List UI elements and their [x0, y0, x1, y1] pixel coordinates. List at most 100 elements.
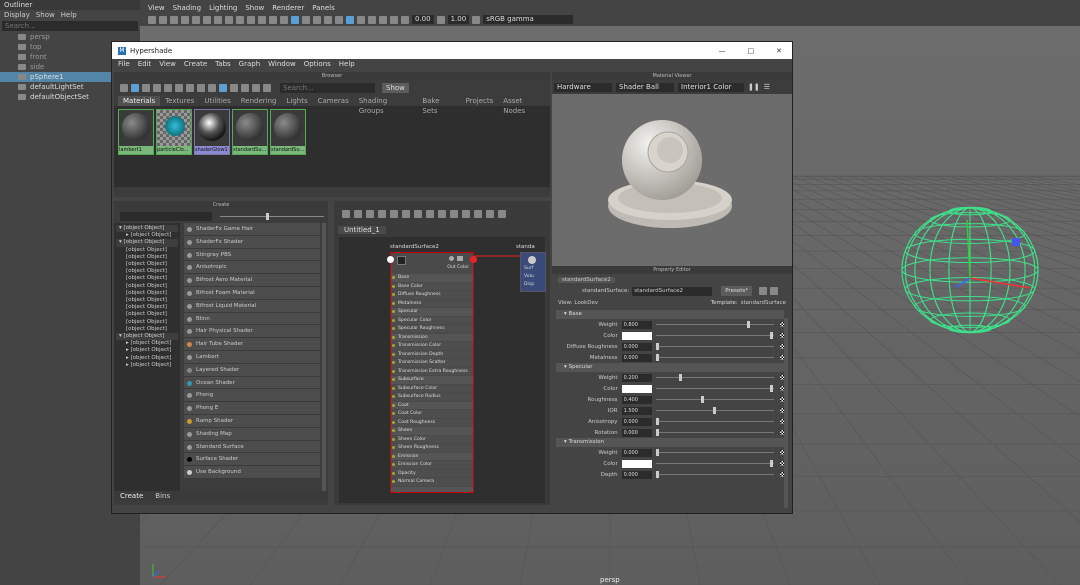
search-input[interactable]: Search... [5, 22, 36, 30]
create-list-item[interactable]: Bifrost Aero Material [184, 274, 320, 287]
value-field[interactable]: 0.200 [621, 373, 652, 382]
value-field[interactable]: 0.400 [621, 395, 652, 404]
viewport-menu-shading[interactable]: Shading [173, 3, 201, 13]
sort-by-time-icon[interactable] [175, 84, 183, 92]
slider-handle[interactable] [655, 343, 659, 350]
viewport-menu-lighting[interactable]: Lighting [209, 3, 237, 13]
node-attribute[interactable]: Transmission Scatter [391, 359, 473, 368]
create-tree-item[interactable]: [object Object] [116, 290, 178, 297]
slider-handle[interactable] [712, 407, 716, 414]
bottom-tab-bins[interactable]: Bins [155, 491, 170, 501]
create-tree-item[interactable]: [object Object] [116, 254, 178, 261]
image-plane-icon[interactable] [181, 15, 189, 24]
value-field[interactable]: 0.000 [621, 428, 652, 437]
grid-icon[interactable] [192, 15, 200, 24]
show-button[interactable]: Show [382, 83, 409, 93]
slider-handle[interactable] [769, 332, 773, 339]
exposure-icon[interactable] [401, 15, 409, 24]
create-tree-item[interactable]: [object Object] [116, 311, 178, 318]
color-space-select[interactable]: sRGB gamma [483, 15, 574, 24]
display-icon[interactable] [263, 84, 271, 92]
create-tree-item[interactable]: ▸ [object Object] [116, 355, 178, 362]
node-attribute[interactable]: Transmission [391, 333, 473, 342]
icon-huge-icon[interactable] [230, 84, 238, 92]
value-slider[interactable] [655, 429, 774, 436]
node-attribute[interactable]: Base Color [391, 282, 473, 291]
sort-by-type-icon[interactable] [164, 84, 172, 92]
browser-tab-lights[interactable]: Lights [281, 96, 312, 106]
value-slider[interactable] [655, 471, 774, 478]
create-list-item[interactable]: ShaderFx Shader [184, 235, 320, 249]
menu-file[interactable]: File [118, 59, 130, 70]
lights-icon[interactable] [313, 15, 321, 24]
browser-tab-rendering[interactable]: Rendering [236, 96, 282, 106]
maximize-icon[interactable]: □ [748, 47, 755, 55]
copy-tab-icon[interactable] [758, 287, 767, 295]
menu-create[interactable]: Create [184, 59, 207, 70]
value-slider[interactable] [655, 354, 774, 361]
value-field[interactable]: 0.000 [621, 353, 652, 362]
node-settings-icon[interactable] [449, 256, 454, 261]
node-attribute[interactable]: Transmission Depth [391, 350, 473, 359]
slider-handle[interactable] [655, 354, 659, 361]
value-slider[interactable] [655, 418, 774, 425]
create-tree-item[interactable]: [object Object] [116, 304, 178, 311]
exposure-field[interactable]: 0.00 [412, 15, 434, 24]
sg-port[interactable]: Surf [524, 265, 534, 273]
node-menu-icon[interactable] [457, 256, 463, 261]
value-field[interactable]: 0.800 [621, 320, 652, 329]
geometry-select[interactable]: Shader Ball [616, 82, 674, 92]
material-swatch[interactable]: particleClo... [156, 109, 192, 155]
create-tree-item[interactable]: ▾ [object Object] [116, 333, 178, 341]
material-preview[interactable] [552, 94, 792, 294]
clear-graph-icon[interactable] [402, 210, 410, 218]
value-field[interactable]: 0.000 [621, 417, 652, 426]
presets-button[interactable]: Presets* [721, 286, 752, 296]
field-chart-icon[interactable] [236, 15, 244, 24]
menu-help[interactable]: Help [339, 59, 355, 70]
sphere-wireframe[interactable] [895, 200, 1075, 350]
renderer-select[interactable]: Hardware [554, 82, 612, 92]
graph-materials-icon[interactable] [120, 84, 128, 92]
create-list-item[interactable]: Ocean Shader [184, 376, 320, 390]
camera-attributes-icon[interactable] [159, 15, 167, 24]
create-tree-item[interactable]: ▸ [object Object] [116, 340, 178, 347]
plane-handle[interactable] [1012, 238, 1020, 246]
resolution-gate-icon[interactable] [214, 15, 222, 24]
remove-selected-icon[interactable] [426, 210, 434, 218]
value-slider[interactable] [655, 396, 774, 403]
in-port[interactable] [387, 256, 394, 263]
safe-title-icon[interactable] [258, 15, 266, 24]
focus-icon[interactable] [769, 287, 778, 295]
pause-icon[interactable]: ❚❚ [748, 83, 760, 91]
wireframe-on-shaded-icon[interactable] [291, 15, 299, 24]
frame-selection-icon[interactable] [354, 210, 362, 218]
slider-handle[interactable] [747, 321, 751, 328]
custom-mode-icon[interactable] [486, 210, 494, 218]
material-swatch[interactable]: lambert1 [118, 109, 154, 155]
slider-handle[interactable] [769, 460, 773, 467]
slider-handle[interactable] [701, 396, 705, 403]
textured-icon[interactable] [302, 15, 310, 24]
isolate-select-icon[interactable] [357, 15, 365, 24]
outliner-menu-display[interactable]: Display [4, 10, 30, 20]
as-list-icon[interactable] [142, 84, 150, 92]
menu-graph[interactable]: Graph [239, 59, 260, 70]
viewport-menu-panels[interactable]: Panels [312, 3, 335, 13]
node-attribute[interactable]: Emission Color [391, 461, 473, 470]
color-swatch[interactable] [621, 384, 652, 393]
node-attribute[interactable]: Subsurface [391, 376, 473, 385]
create-tree-item[interactable]: [object Object] [116, 283, 178, 290]
create-tree-item[interactable]: ▸ [object Object] [116, 362, 178, 369]
browser-tab-shading-groups[interactable]: Shading Groups [354, 96, 418, 115]
viewer-menu-icon[interactable]: ☰ [764, 83, 770, 91]
value-field[interactable]: 0.000 [621, 470, 652, 479]
node-attribute[interactable]: Specular [391, 308, 473, 317]
graph-layout-icon[interactable] [438, 210, 446, 218]
node-attribute[interactable]: Sheen [391, 427, 473, 436]
create-tree-item[interactable]: [object Object] [116, 319, 178, 326]
create-list-item[interactable]: Bifrost Foam Material [184, 286, 320, 300]
add-selected-icon[interactable] [414, 210, 422, 218]
value-field[interactable]: 0.000 [621, 448, 652, 457]
node-attribute[interactable]: Opacity [391, 469, 473, 478]
